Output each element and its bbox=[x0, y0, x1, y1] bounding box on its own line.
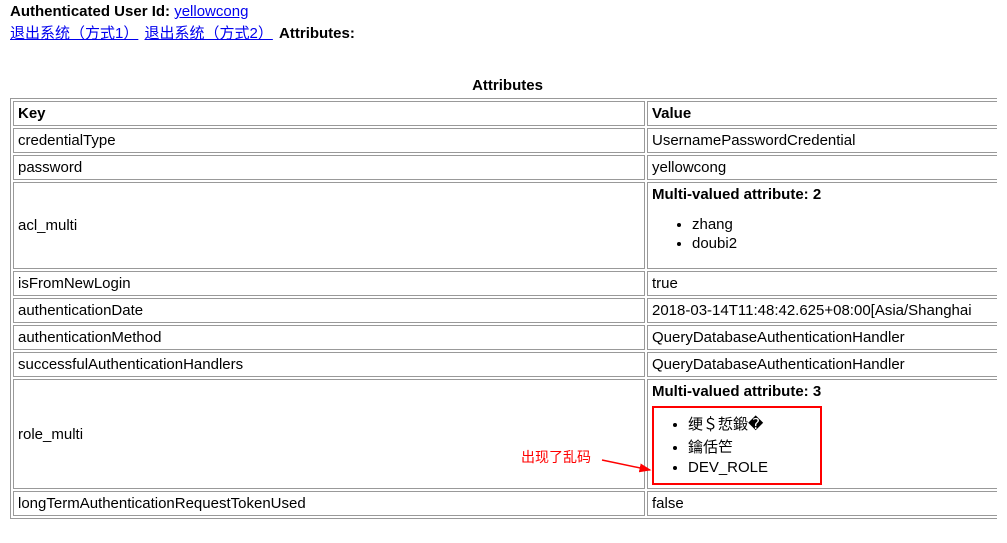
list-item: 绠＄悊鍛� bbox=[688, 412, 810, 435]
table-caption: Attributes bbox=[10, 73, 997, 98]
table-row: isFromNewLogintrue bbox=[13, 271, 997, 296]
logout-method-2-link[interactable]: 退出系统（方式2） bbox=[145, 25, 273, 42]
table-row: acl_multi Multi-valued attribute: 2 zhangd… bbox=[13, 182, 997, 269]
attribute-key: authenticationMethod bbox=[13, 325, 645, 350]
attribute-key: isFromNewLogin bbox=[13, 271, 645, 296]
attribute-value: Multi-valued attribute: 2 zhangdoubi2 bbox=[647, 182, 997, 269]
attribute-value: true bbox=[647, 271, 997, 296]
multi-value-list: 绠＄悊鍛�鑰佸笀DEV_ROLE bbox=[664, 412, 810, 477]
attribute-key: acl_multi bbox=[13, 182, 645, 269]
attribute-value: false bbox=[647, 491, 997, 516]
attributes-table: Attributes Key Value credentialTypeUsern… bbox=[10, 73, 997, 519]
attribute-value: QueryDatabaseAuthenticationHandler bbox=[647, 325, 997, 350]
multi-value-list: zhangdoubi2 bbox=[652, 215, 997, 253]
table-row: successfulAuthenticationHandlersQueryDat… bbox=[13, 352, 997, 377]
list-item: DEV_ROLE bbox=[688, 458, 810, 477]
attribute-key: authenticationDate bbox=[13, 298, 645, 323]
column-header-key: Key bbox=[13, 101, 645, 126]
column-header-value: Value bbox=[647, 101, 997, 126]
table-row: credentialTypeUsernamePasswordCredential bbox=[13, 128, 997, 153]
table-row: authenticationDate2018-03-14T11:48:42.62… bbox=[13, 298, 997, 323]
logout-line: 退出系统（方式1） 退出系统（方式2） Attributes: bbox=[10, 22, 997, 43]
garbled-annotation-text: 出现了乱码 bbox=[521, 447, 591, 467]
attribute-key: role_multi bbox=[13, 379, 645, 489]
table-row: longTermAuthenticationRequestTokenUsedfa… bbox=[13, 491, 997, 516]
table-row: authenticationMethodQueryDatabaseAuthent… bbox=[13, 325, 997, 350]
list-item: 鑰佸笀 bbox=[688, 435, 810, 458]
attributes-heading: Attributes: bbox=[279, 25, 355, 42]
attribute-value: QueryDatabaseAuthenticationHandler bbox=[647, 352, 997, 377]
attribute-value: Multi-valued attribute: 3 绠＄悊鍛�鑰佸笀DEV_ROL… bbox=[647, 379, 997, 489]
multi-value-label: Multi-valued attribute: 2 bbox=[652, 186, 997, 203]
attribute-value: yellowcong bbox=[647, 155, 997, 180]
attribute-key: longTermAuthenticationRequestTokenUsed bbox=[13, 491, 645, 516]
auth-user-link[interactable]: yellowcong bbox=[174, 3, 248, 20]
attribute-key: password bbox=[13, 155, 645, 180]
auth-user-label: Authenticated User Id: bbox=[10, 3, 170, 20]
multi-value-label: Multi-valued attribute: 3 bbox=[652, 383, 997, 400]
attribute-value: UsernamePasswordCredential bbox=[647, 128, 997, 153]
attribute-value: 2018-03-14T11:48:42.625+08:00[Asia/Shang… bbox=[647, 298, 997, 323]
table-row: passwordyellowcong bbox=[13, 155, 997, 180]
logout-method-1-link[interactable]: 退出系统（方式1） bbox=[10, 25, 138, 42]
list-item: doubi2 bbox=[692, 234, 997, 253]
highlight-box: 绠＄悊鍛�鑰佸笀DEV_ROLE bbox=[652, 406, 822, 485]
table-row: role_multi Multi-valued attribute: 3 绠＄悊鍛�… bbox=[13, 379, 997, 489]
attribute-key: successfulAuthenticationHandlers bbox=[13, 352, 645, 377]
auth-user-line: Authenticated User Id: yellowcong bbox=[10, 3, 997, 20]
attribute-key: credentialType bbox=[13, 128, 645, 153]
list-item: zhang bbox=[692, 215, 997, 234]
